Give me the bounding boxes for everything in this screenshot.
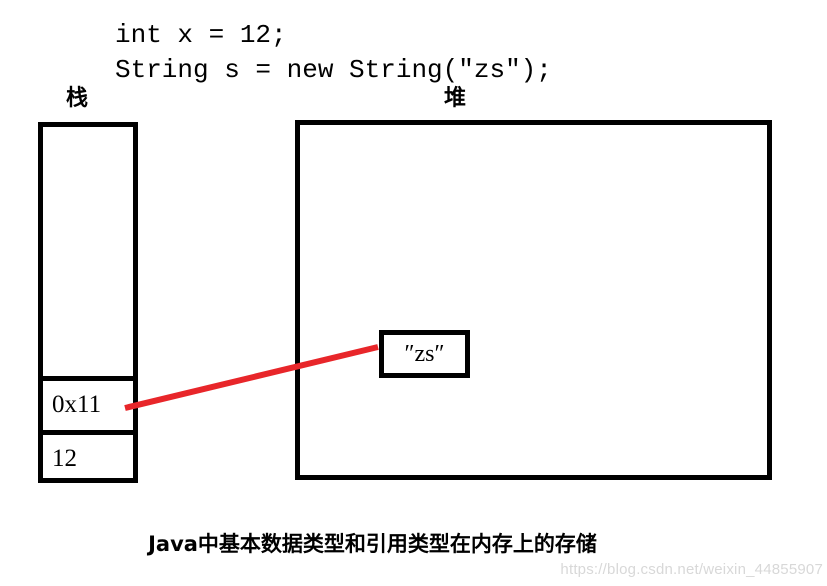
stack-cell-int-value: 12 <box>52 445 77 472</box>
stack-cell-divider-upper <box>38 376 138 381</box>
code-line-int-declaration: int x = 12; <box>115 20 287 50</box>
heap-region-label: 堆 <box>444 86 467 111</box>
heap-string-object-box: ″zs″ <box>379 330 470 378</box>
diagram-canvas: int x = 12; String s = new String(″zs″);… <box>0 0 827 586</box>
code-line-string-declaration: String s = new String(″zs″); <box>115 55 552 85</box>
diagram-caption: Java中基本数据类型和引用类型在内存上的存储 <box>148 532 597 556</box>
heap-string-object-value: ″zs″ <box>404 340 445 367</box>
stack-region-label: 栈 <box>66 86 89 111</box>
stack-cell-divider-lower <box>38 430 138 435</box>
stack-memory-box <box>38 122 138 483</box>
source-watermark: https://blog.csdn.net/weixin_44855907 <box>560 561 823 578</box>
stack-cell-reference-value: 0x11 <box>52 391 102 418</box>
heap-memory-box <box>295 120 772 480</box>
